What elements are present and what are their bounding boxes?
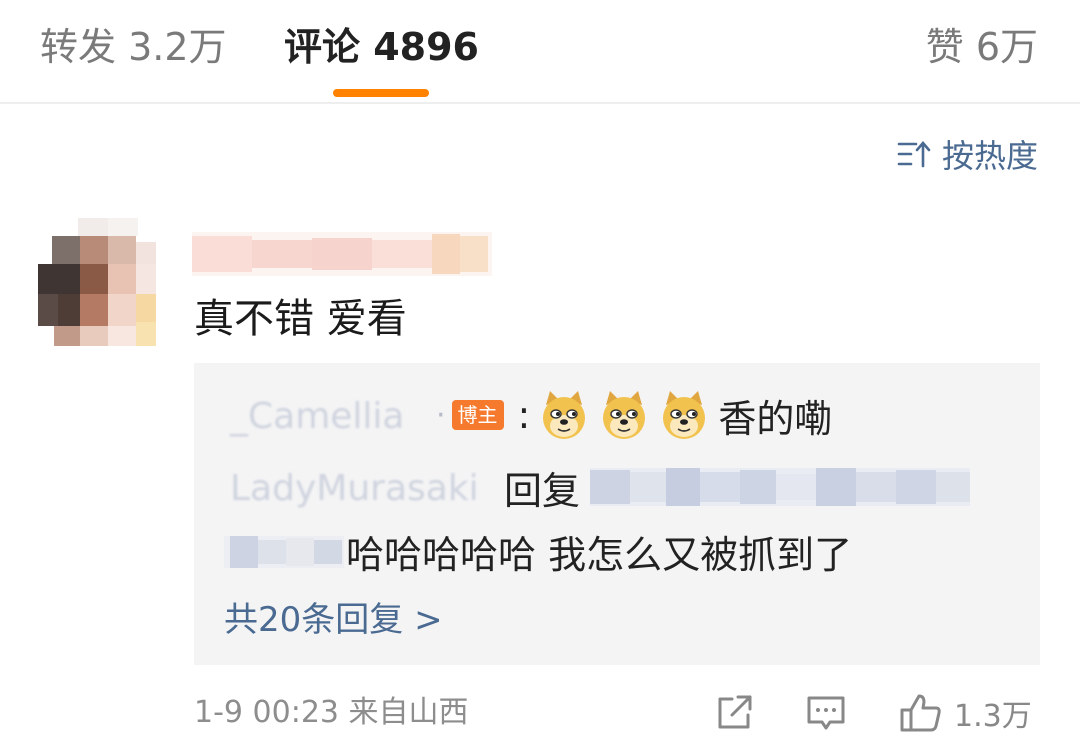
tab-comment[interactable]: 评论 4896 xyxy=(284,20,479,74)
reply-item[interactable]: _Camellia · 博主 : 香的嘞 xyxy=(224,385,832,445)
like-button[interactable]: 1.3万 xyxy=(898,686,1032,740)
avatar[interactable] xyxy=(38,218,158,348)
thumbs-up-icon xyxy=(900,694,941,732)
user-name-obscured[interactable] xyxy=(192,232,492,276)
sort-by-popularity-button[interactable]: 按热度 xyxy=(896,130,1038,178)
doge-emoji-icon xyxy=(663,391,706,439)
comment-icon xyxy=(807,696,845,730)
reply-text: 香的嘞 xyxy=(718,396,833,441)
view-all-replies-link[interactable]: 共20条回复 > xyxy=(224,595,443,645)
sort-label: 按热度 xyxy=(941,137,1038,175)
reply-button[interactable] xyxy=(804,686,848,740)
doge-emoji-icon xyxy=(603,391,646,439)
reply-verb: 回复 xyxy=(504,468,581,513)
tab-bar: 转发 3.2万 评论 4896 赞 6万 xyxy=(0,0,1080,104)
comment-text: 真不错 爱看 xyxy=(194,296,407,342)
reply-item[interactable]: 哈哈哈哈哈 我怎么又被抓到了 xyxy=(224,523,852,579)
share-icon xyxy=(718,695,752,729)
reply-text: 哈哈哈哈哈 我怎么又被抓到了 xyxy=(346,532,853,577)
like-count: 1.3万 xyxy=(954,699,1032,734)
tab-like[interactable]: 赞 6万 xyxy=(926,20,1038,74)
reply-target-obscured[interactable] xyxy=(224,528,344,574)
replies-preview[interactable]: _Camellia · 博主 : 香的嘞 LadyMurasaki 回复 哈哈哈… xyxy=(194,363,1040,665)
doge-emoji-icon xyxy=(543,391,586,439)
active-tab-indicator xyxy=(333,89,429,97)
reply-author-obscured[interactable]: LadyMurasaki xyxy=(224,464,504,510)
sort-icon xyxy=(897,141,931,168)
reply-target-obscured[interactable] xyxy=(590,464,971,510)
reply-item[interactable]: LadyMurasaki 回复 xyxy=(224,459,971,515)
blogger-badge: 博主 xyxy=(451,400,504,430)
comment-meta: 1-9 00:23 来自山西 xyxy=(194,695,469,730)
tab-repost[interactable]: 转发 3.2万 xyxy=(40,20,227,74)
reply-author-obscured[interactable]: _Camellia xyxy=(224,392,434,438)
share-button[interactable] xyxy=(712,686,756,740)
